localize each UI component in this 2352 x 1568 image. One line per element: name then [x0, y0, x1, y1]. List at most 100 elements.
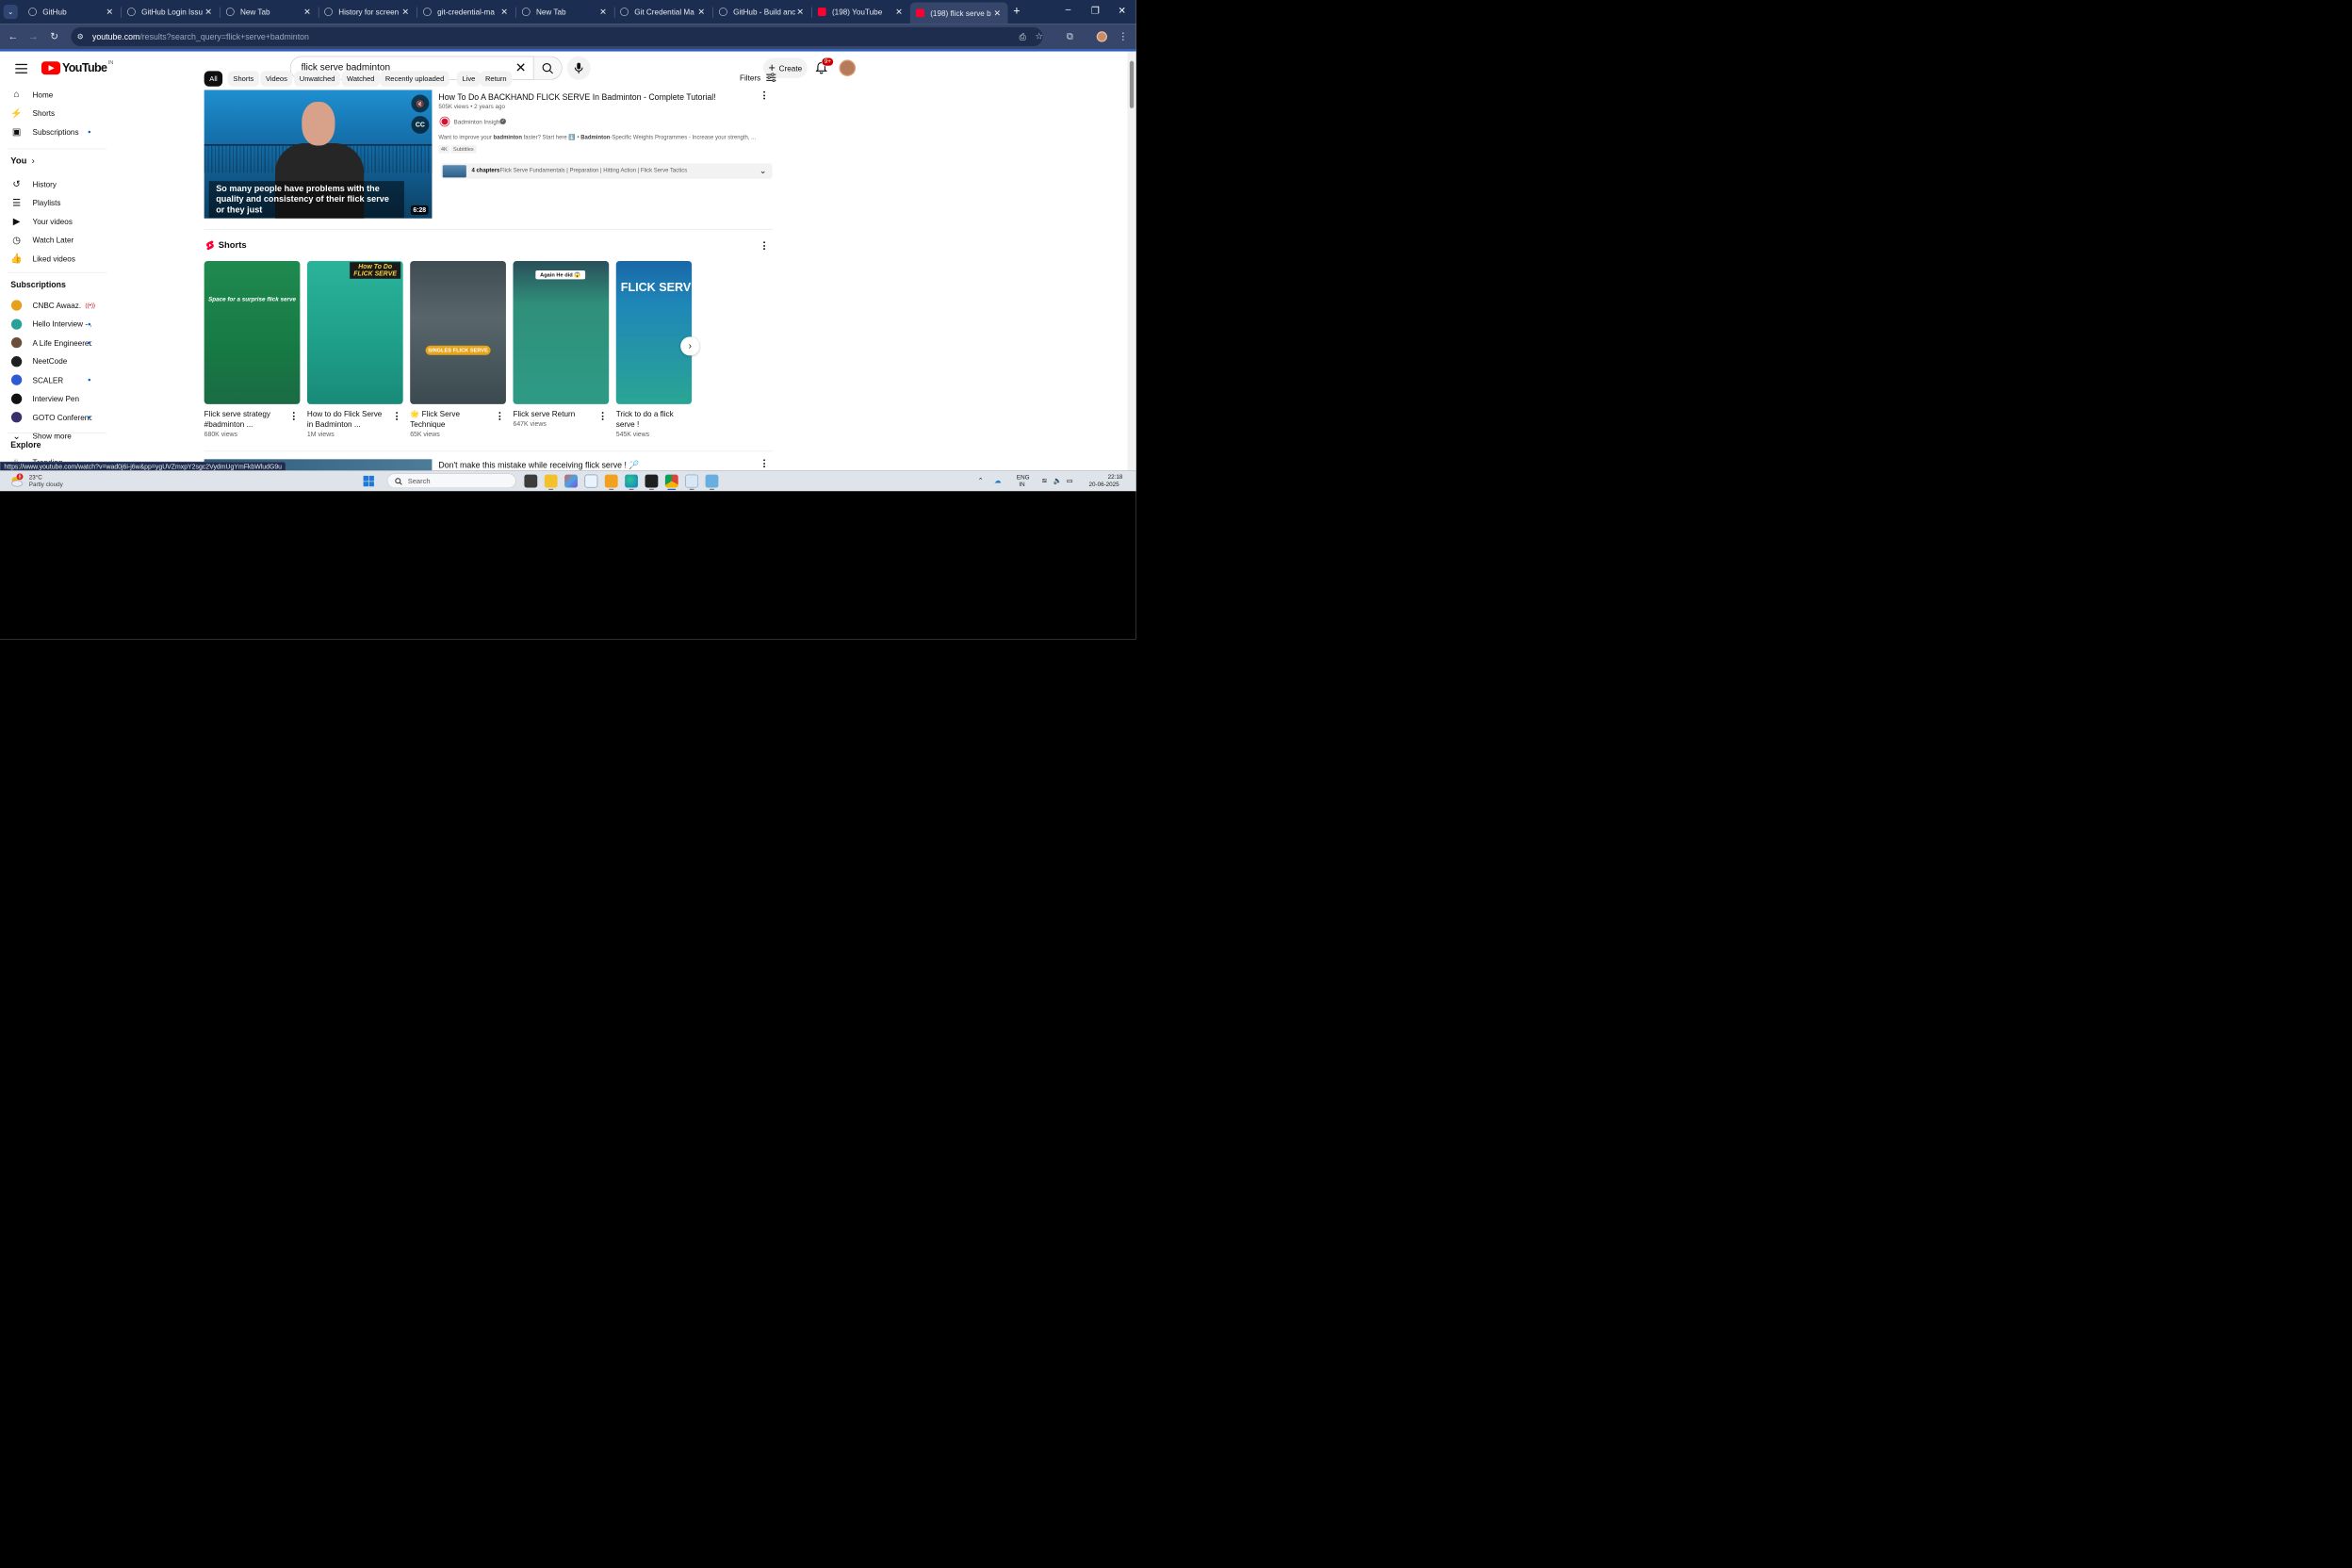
filter-chip[interactable]: Return — [480, 71, 513, 87]
browser-tab[interactable]: GitHub ✕ — [23, 3, 121, 22]
extensions-button[interactable]: ⧉ — [1063, 29, 1077, 43]
input-language[interactable]: ENG — [1017, 475, 1030, 482]
filter-chip[interactable]: All — [204, 71, 223, 87]
filter-chip[interactable]: Videos — [260, 71, 293, 87]
task-view-icon[interactable] — [524, 474, 538, 488]
sidebar-item[interactable]: ▶ Your videos — [0, 212, 106, 230]
battery-icon[interactable]: ▭ — [1067, 477, 1073, 485]
reload-button[interactable]: ↻ — [47, 29, 61, 43]
subscription-channel[interactable]: NeetCode — [0, 352, 106, 370]
close-tab-icon[interactable]: ✕ — [302, 7, 312, 17]
weather-description[interactable]: Partly cloudy — [29, 482, 63, 488]
search-button[interactable] — [533, 56, 563, 80]
back-button[interactable]: ← — [6, 29, 20, 43]
browser-tab[interactable]: GitHub - Build anc ✕ — [713, 3, 811, 22]
restore-button[interactable]: ❐ — [1086, 5, 1104, 17]
close-tab-icon[interactable]: ✕ — [696, 7, 706, 17]
subscription-channel[interactable]: SCALER — [0, 371, 106, 389]
edge-browser-icon[interactable] — [625, 474, 638, 488]
tab-search-button[interactable]: ⌄ — [3, 5, 18, 20]
filter-chip[interactable]: Recently uploaded — [380, 71, 449, 87]
close-tab-icon[interactable]: ✕ — [894, 7, 904, 17]
weather-temperature[interactable]: 23°C — [29, 475, 42, 482]
short-thumbnail[interactable]: How To Do FLICK SERVE — [306, 260, 403, 404]
wifi-icon[interactable]: ≋ — [1041, 477, 1047, 485]
browser-tab[interactable]: New Tab ✕ — [220, 3, 318, 22]
short-title[interactable]: 🌟 Flick Serve Technique — [410, 409, 493, 429]
clear-search-icon[interactable]: ✕ — [515, 61, 527, 74]
terminal-icon[interactable] — [645, 474, 659, 488]
close-tab-icon[interactable]: ✕ — [795, 7, 805, 17]
bookmark-button[interactable]: ☆ — [1032, 29, 1046, 43]
close-tab-icon[interactable]: ✕ — [598, 7, 608, 17]
short-thumbnail[interactable]: SINGLES FLICK SERVE — [410, 260, 506, 404]
short-more-actions-icon[interactable] — [394, 411, 400, 421]
captions-button[interactable]: CC — [411, 116, 430, 134]
sidebar-item[interactable]: ↺ History — [0, 175, 106, 193]
account-avatar[interactable] — [839, 59, 857, 77]
profile-button[interactable] — [1095, 29, 1109, 43]
clock-time[interactable]: 22:18 — [1108, 474, 1123, 481]
chrome-menu-button[interactable]: ⋮ — [1116, 29, 1130, 43]
close-tab-icon[interactable]: ✕ — [204, 7, 213, 17]
sidebar-item[interactable]: 👍 Liked videos — [0, 250, 106, 268]
copilot-app-icon[interactable] — [564, 474, 578, 488]
sidebar-item[interactable]: ☰ Playlists — [0, 194, 106, 212]
short-more-actions-icon[interactable] — [497, 411, 502, 421]
sidebar-item[interactable]: ⌂ Home — [0, 86, 106, 104]
short-title[interactable]: Flick serve strategy #badminton ... — [204, 409, 287, 429]
channel-name[interactable]: Badminton Insight — [454, 119, 501, 125]
short-thumbnail[interactable]: Space for a surprise flick serve — [204, 260, 301, 404]
filters-button[interactable]: Filters — [740, 73, 777, 82]
subscription-channel[interactable]: CNBC Awaaz. ((•)) — [0, 297, 106, 315]
mute-button[interactable]: 🔇 — [411, 94, 430, 113]
browser-tab[interactable]: History for screen ✕ — [318, 3, 416, 22]
browser-tab[interactable]: git-credential-ma ✕ — [417, 3, 515, 22]
short-thumbnail[interactable]: Again He did 😱 — [513, 260, 610, 404]
browser-tab[interactable]: GitHub Login Issu ✕ — [122, 3, 220, 22]
next-video-title[interactable]: Don't make this mistake while receiving … — [438, 461, 639, 471]
short-more-actions-icon[interactable] — [290, 411, 296, 421]
new-tab-button[interactable]: + — [1009, 5, 1023, 18]
video-thumbnail[interactable]: So many people have problems with the qu… — [204, 90, 433, 219]
remote-desktop-icon[interactable] — [705, 474, 719, 488]
short-title[interactable]: Trick to do a flick serve ! — [616, 409, 694, 429]
close-tab-icon[interactable]: ✕ — [105, 7, 114, 17]
short-title[interactable]: How to do Flick Serve in Badminton ... — [307, 409, 390, 429]
taskbar-search[interactable]: Search — [386, 473, 516, 489]
page-scrollbar[interactable] — [1127, 51, 1136, 471]
window-app-icon[interactable] — [584, 474, 598, 488]
chrome-browser-icon[interactable] — [664, 474, 678, 488]
short-title[interactable]: Flick serve Return — [513, 409, 596, 419]
close-tab-icon[interactable]: ✕ — [400, 7, 410, 17]
filter-chip[interactable]: Live — [456, 71, 481, 87]
subscription-channel[interactable]: Interview Pen — [0, 390, 106, 408]
address-url[interactable]: youtube.com/results?search_query=flick+s… — [92, 32, 309, 41]
show-hidden-icons-icon[interactable]: ⌃ — [977, 477, 983, 485]
channel-avatar[interactable] — [440, 117, 449, 126]
scrollbar-thumb[interactable] — [1129, 60, 1135, 108]
filter-chip[interactable]: Watched — [341, 71, 381, 87]
browser-tab[interactable]: New Tab ✕ — [516, 3, 614, 22]
forward-button[interactable]: → — [26, 29, 41, 43]
short-more-actions-icon[interactable] — [599, 411, 605, 421]
volume-icon[interactable]: 🔈 — [1054, 477, 1062, 485]
close-window-button[interactable]: ✕ — [1113, 5, 1131, 17]
onedrive-icon[interactable]: ☁ — [994, 477, 1002, 485]
browser-tab[interactable]: (198) flick serve b ✕ — [909, 2, 1008, 24]
shorts-more-actions-icon[interactable] — [761, 240, 767, 251]
minimize-button[interactable]: – — [1059, 5, 1077, 15]
voice-search-button[interactable] — [566, 56, 591, 80]
subscription-channel[interactable]: Hello Interview - ... — [0, 315, 106, 333]
subscription-channel[interactable]: A Life Engineered — [0, 334, 106, 351]
sidebar-item[interactable]: ⚡ Shorts — [0, 105, 106, 122]
hamburger-menu-icon[interactable] — [14, 62, 28, 74]
install-app-button[interactable]: ⎙ — [1016, 29, 1030, 43]
you-heading[interactable]: You › — [10, 155, 34, 166]
short-thumbnail[interactable]: FLICK SERVE — [615, 260, 693, 404]
close-tab-icon[interactable]: ✕ — [499, 7, 509, 17]
video-title[interactable]: How To Do A BACKHAND FLICK SERVE In Badm… — [438, 92, 715, 102]
snipping-tool-icon[interactable] — [685, 474, 699, 488]
youtube-logo[interactable]: YouTube IN — [41, 59, 113, 75]
shorts-next-button[interactable]: › — [680, 336, 700, 356]
